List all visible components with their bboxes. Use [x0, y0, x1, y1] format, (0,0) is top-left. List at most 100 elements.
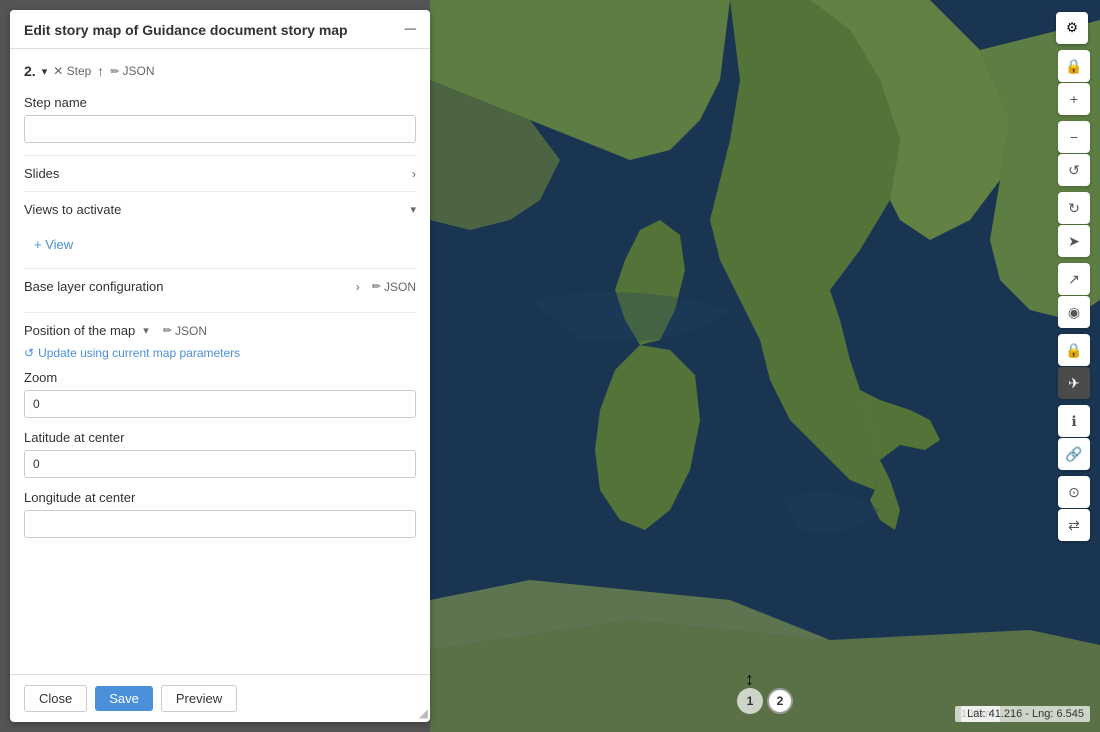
longitude-label: Longitude at center — [24, 490, 416, 505]
views-section[interactable]: Views to activate ▾ — [24, 191, 416, 227]
zoom-input[interactable] — [24, 390, 416, 418]
step-dropdown-arrow: ▾ — [42, 66, 48, 78]
map-coordinates: Lat: 41.216 - Lng: 6.545 — [961, 706, 1090, 722]
close-button[interactable]: Close — [24, 685, 87, 712]
transfer-button[interactable]: ⇄ — [1058, 509, 1090, 541]
sidebar-header: Edit story map of Guidance document stor… — [10, 10, 430, 49]
annotation-button[interactable]: ⊙ — [1058, 476, 1090, 508]
share-button[interactable]: 🔗 — [1058, 438, 1090, 470]
flight-icon: ✈ — [1068, 375, 1080, 392]
lock-icon: 🔒 — [1065, 58, 1082, 75]
lock-button[interactable]: 🔒 — [1058, 50, 1090, 82]
minus-icon: − — [1070, 129, 1078, 145]
longitude-input[interactable] — [24, 510, 416, 538]
navigate-icon: ➤ — [1068, 233, 1080, 250]
base-layer-json-label: JSON — [384, 280, 416, 294]
map-toolbar: 🔒 + − ↺ ↻ ➤ ↗ ◉ — [1058, 50, 1090, 545]
lock2-icon: 🔒 — [1065, 342, 1082, 359]
views-arrow: ▾ — [410, 203, 416, 216]
longitude-field-group: Longitude at center — [24, 490, 416, 538]
sidebar-footer: Close Save Preview ◢ — [10, 674, 430, 722]
page-1-button[interactable]: 1 — [737, 688, 763, 714]
navigate-button[interactable]: ➤ — [1058, 225, 1090, 257]
step-json-link[interactable]: ✏ JSON — [110, 64, 154, 78]
position-title: Position of the map — [24, 323, 135, 338]
update-map-params-button[interactable]: ↺ Update using current map parameters — [24, 346, 240, 360]
step-name-label: Step name — [24, 95, 416, 110]
info-icon: ℹ — [1071, 413, 1076, 430]
slides-arrow: › — [412, 167, 416, 181]
transfer-icon: ⇄ — [1068, 517, 1080, 534]
page-2-label: 2 — [777, 694, 784, 708]
step-number: 2. — [24, 63, 36, 79]
sidebar-content: 2. ▾ ✕ Step ↑ ✏ JSON Step name Slides › — [10, 49, 430, 674]
base-layer-arrow: › — [356, 280, 360, 294]
add-view-button[interactable]: + View — [34, 231, 73, 258]
toolbar-group-3: ↻ ➤ — [1058, 192, 1090, 257]
edit-sidebar: Edit story map of Guidance document stor… — [10, 10, 430, 722]
lock2-button[interactable]: 🔒 — [1058, 334, 1090, 366]
position-json-label: JSON — [175, 324, 207, 338]
step-row: 2. ▾ ✕ Step ↑ ✏ JSON — [24, 63, 416, 79]
step-up-button[interactable]: ↑ — [97, 63, 104, 79]
latitude-input[interactable] — [24, 450, 416, 478]
views-label: Views to activate — [24, 202, 404, 217]
base-layer-json-link[interactable]: ✏ JSON — [372, 280, 416, 294]
add-view-label: + View — [34, 237, 73, 252]
latitude-label: Latitude at center — [24, 430, 416, 445]
info-button[interactable]: ℹ — [1058, 405, 1090, 437]
toolbar-group-6: ℹ 🔗 — [1058, 405, 1090, 470]
flight-button[interactable]: ✈ — [1058, 367, 1090, 399]
zoom-field-group: Zoom — [24, 370, 416, 418]
base-layer-pencil-icon: ✏ — [372, 280, 381, 293]
toolbar-group-5: 🔒 ✈ — [1058, 334, 1090, 399]
page-1-label: 1 — [747, 694, 754, 708]
update-map-params-label: Update using current map parameters — [38, 346, 240, 360]
minimize-icon: ─ — [405, 21, 416, 38]
measure-icon: ↗ — [1068, 271, 1080, 288]
refresh-icon: ↻ — [1068, 200, 1080, 217]
step-name-group: Step name — [24, 95, 416, 143]
globe-button[interactable]: ◉ — [1058, 296, 1090, 328]
refresh-button[interactable]: ↻ — [1058, 192, 1090, 224]
toolbar-group-7: ⊙ ⇄ — [1058, 476, 1090, 541]
base-layer-label: Base layer configuration — [24, 279, 350, 294]
slides-label: Slides — [24, 166, 406, 181]
gear-icon: ⚙ — [1066, 20, 1078, 36]
step-delete-label: ✕ Step — [53, 64, 91, 78]
update-refresh-icon: ↺ — [24, 346, 34, 360]
position-json-link[interactable]: ✏ JSON — [163, 324, 207, 338]
sidebar-title: Edit story map of Guidance document stor… — [24, 22, 348, 38]
step-name-input[interactable] — [24, 115, 416, 143]
base-layer-section[interactable]: Base layer configuration › ✏ JSON — [24, 268, 416, 304]
slides-section[interactable]: Slides › — [24, 155, 416, 191]
measure-button[interactable]: ↗ — [1058, 263, 1090, 295]
step-json-label: JSON — [123, 64, 155, 78]
map-container[interactable]: ⚙ 🔒 + − ↺ ↻ ➤ — [430, 0, 1100, 732]
position-header[interactable]: Position of the map ▾ ✏ JSON — [24, 312, 416, 346]
resize-handle[interactable]: ◢ — [419, 706, 428, 720]
zoom-in-button[interactable]: + — [1058, 83, 1090, 115]
preview-button[interactable]: Preview — [161, 685, 237, 712]
position-arrow: ▾ — [143, 324, 149, 337]
reset-button[interactable]: ↺ — [1058, 154, 1090, 186]
settings-gear-button[interactable]: ⚙ — [1056, 12, 1088, 44]
zoom-label: Zoom — [24, 370, 416, 385]
toolbar-group-1: 🔒 + — [1058, 50, 1090, 115]
plus-icon: + — [1070, 91, 1078, 107]
coords-label: Lat: 41.216 - Lng: 6.545 — [967, 708, 1084, 720]
step-up-arrow: ↑ — [97, 63, 104, 79]
reset-icon: ↺ — [1068, 162, 1080, 179]
save-button[interactable]: Save — [95, 686, 153, 711]
globe-icon: ◉ — [1068, 304, 1080, 321]
position-pencil-icon: ✏ — [163, 324, 172, 337]
toolbar-group-2: − ↺ — [1058, 121, 1090, 186]
zoom-out-button[interactable]: − — [1058, 121, 1090, 153]
share-icon: 🔗 — [1065, 446, 1082, 463]
latitude-field-group: Latitude at center — [24, 430, 416, 478]
page-2-button[interactable]: 2 — [767, 688, 793, 714]
pencil-icon: ✏ — [110, 65, 119, 78]
step-dropdown-button[interactable]: ▾ — [42, 65, 48, 78]
minimize-button[interactable]: ─ — [405, 22, 416, 38]
step-delete-button[interactable]: ✕ Step — [53, 64, 91, 78]
